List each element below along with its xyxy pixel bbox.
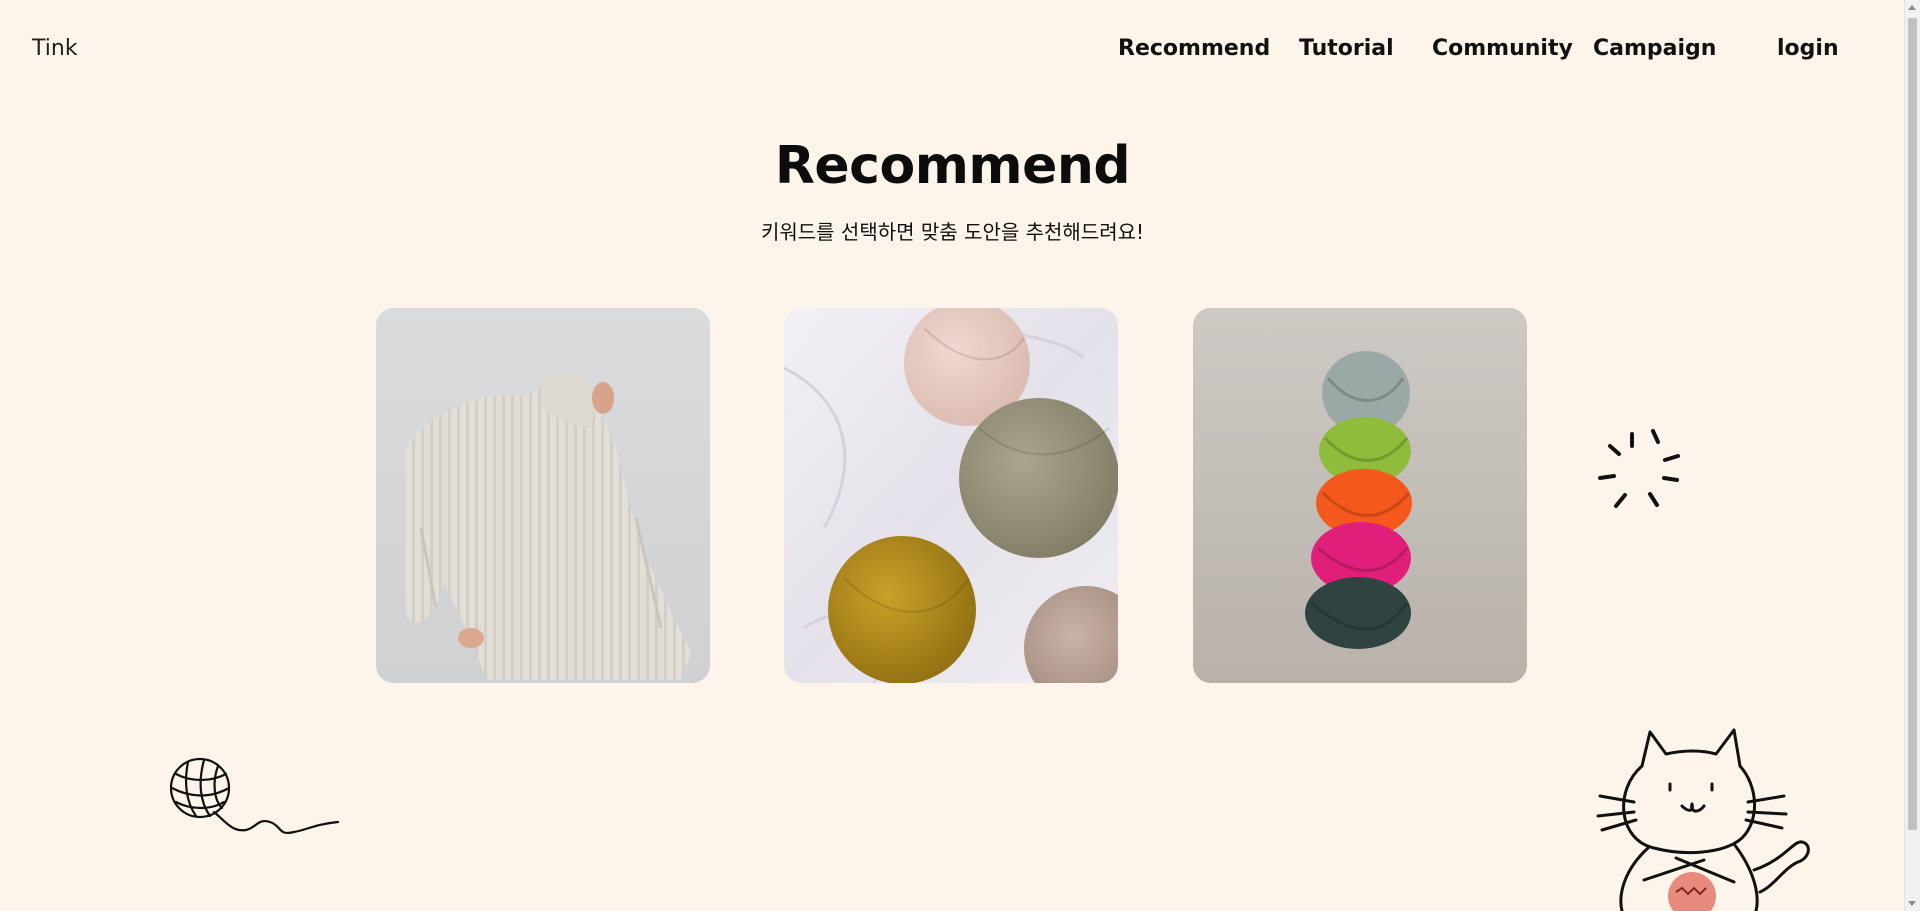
recommend-card-sweater[interactable] xyxy=(376,308,710,683)
yarn-ball-icon xyxy=(169,757,340,834)
main-nav: Recommend Tutorial Community Campaign lo… xyxy=(0,36,1900,66)
braided-yarn-skein-photo xyxy=(1193,308,1527,683)
knitting-cat-icon xyxy=(1596,728,1810,911)
nav-campaign[interactable]: Campaign xyxy=(1593,36,1716,61)
recommend-card-yarn[interactable] xyxy=(784,308,1118,683)
nav-login[interactable]: login xyxy=(1777,36,1839,61)
sparkle-icon xyxy=(1598,429,1680,508)
yarn-balls-photo xyxy=(784,308,1118,683)
scroll-thumb[interactable] xyxy=(1908,18,1917,830)
recommend-card-braid[interactable] xyxy=(1193,308,1527,683)
nav-community[interactable]: Community xyxy=(1432,36,1573,61)
scroll-down-arrow-icon[interactable] xyxy=(1908,901,1916,906)
knit-sweater-photo xyxy=(376,308,710,683)
nav-tutorial[interactable]: Tutorial xyxy=(1299,36,1394,61)
vertical-scrollbar[interactable] xyxy=(1904,0,1920,911)
scroll-up-arrow-icon[interactable] xyxy=(1908,5,1916,10)
page-subtitle: 키워드를 선택하면 맞춤 도안을 추천해드려요! xyxy=(760,220,1145,244)
page-title: Recommend xyxy=(774,136,1131,196)
page: Tink Recommend Tutorial Community Campai… xyxy=(0,0,1920,911)
nav-recommend[interactable]: Recommend xyxy=(1118,36,1270,61)
